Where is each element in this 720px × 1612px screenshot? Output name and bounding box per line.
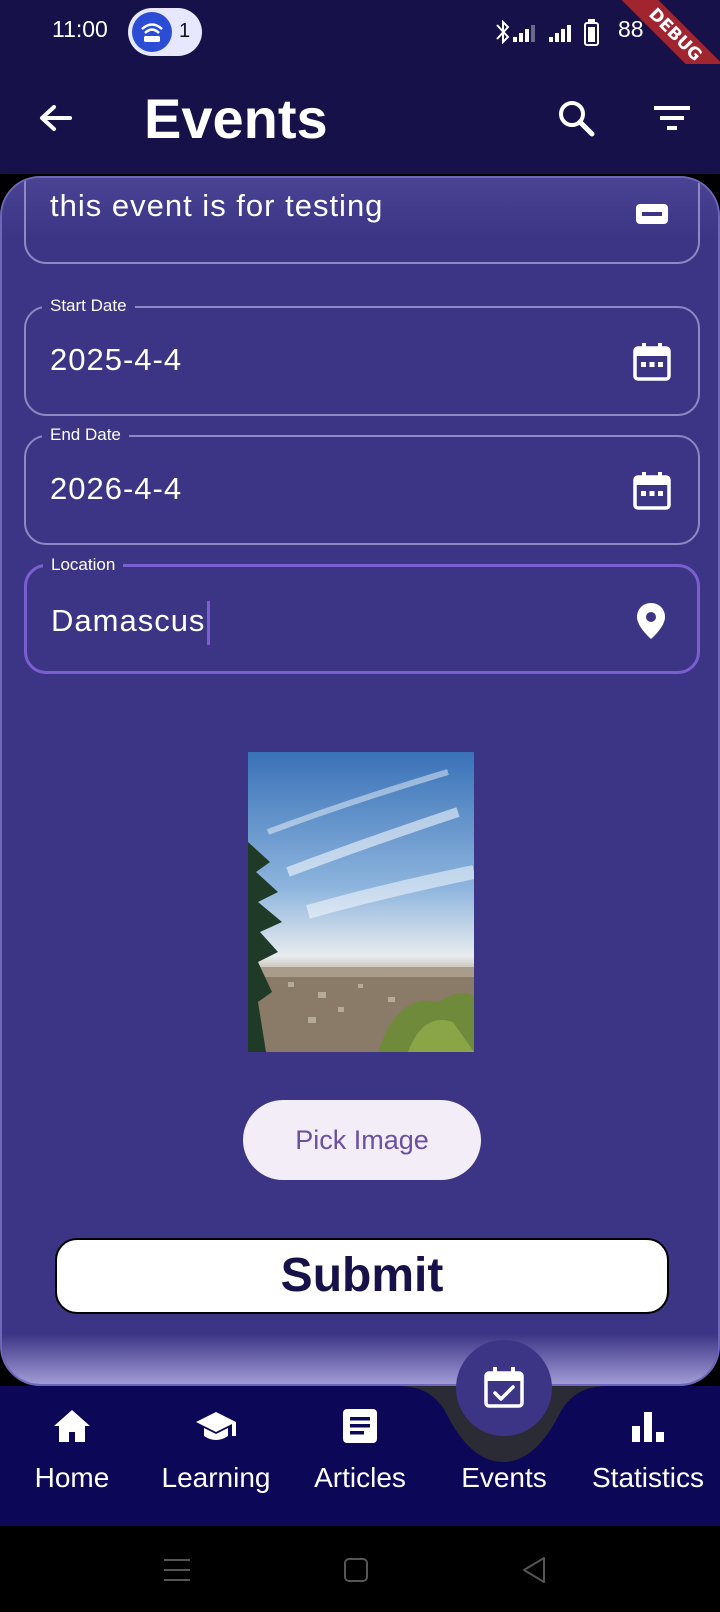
location-label: Location: [43, 555, 124, 575]
pick-image-button[interactable]: Pick Image: [243, 1100, 481, 1180]
article-icon: [343, 1409, 377, 1443]
bluetooth-icon: [496, 19, 510, 45]
event-form-card: this event is for testing Start Date 202…: [0, 176, 720, 1386]
school-icon: [196, 1412, 236, 1440]
start-date-field[interactable]: Start Date 2025-4-4: [24, 296, 700, 416]
filter-icon: [654, 106, 690, 130]
end-date-field[interactable]: End Date 2026-4-4: [24, 425, 700, 545]
nav-label-home: Home: [34, 1462, 110, 1493]
search-icon: [559, 101, 595, 137]
nav-label-articles: Articles: [314, 1462, 406, 1493]
events-selected-button[interactable]: [456, 1340, 552, 1436]
hotspot-count: 1: [179, 20, 191, 42]
arrow-back-icon: [40, 105, 72, 131]
location-pin-icon: [637, 603, 665, 639]
nav-label-events: Events: [461, 1462, 547, 1493]
location-field[interactable]: Location Damascus: [24, 555, 700, 674]
app-bar: Events: [0, 64, 720, 174]
signal-icon: [549, 25, 571, 42]
nav-item-statistics[interactable]: Statistics: [576, 1404, 720, 1514]
card-shade: [2, 1334, 718, 1384]
search-button[interactable]: [552, 94, 600, 142]
event-check-icon: [484, 1367, 524, 1408]
nav-item-articles[interactable]: Articles: [288, 1404, 432, 1514]
end-date-value: 2026-4-4: [50, 471, 183, 506]
description-field[interactable]: this event is for testing: [24, 178, 700, 264]
signal-icon: [513, 25, 535, 42]
calendar-icon[interactable]: [632, 471, 672, 511]
hotspot-indicator[interactable]: 1: [128, 8, 202, 56]
location-input[interactable]: Damascus: [51, 601, 211, 645]
menu-icon[interactable]: [158, 1550, 198, 1590]
bottom-nav: Home Learning Articles Events Statistics: [0, 1386, 720, 1526]
back-button[interactable]: [32, 94, 80, 142]
submit-button[interactable]: Submit: [55, 1238, 669, 1314]
status-time: 11:00: [52, 16, 108, 42]
system-status-icons: [496, 19, 599, 46]
battery-percent: 88: [618, 16, 644, 42]
nav-item-learning[interactable]: Learning: [144, 1404, 288, 1514]
start-date-value: 2025-4-4: [50, 342, 183, 377]
bar-chart-icon: [632, 1412, 664, 1442]
nav-label-learning: Learning: [161, 1462, 271, 1493]
system-nav-bar: [0, 1526, 720, 1612]
nav-label-statistics: Statistics: [591, 1462, 705, 1493]
home-icon: [54, 1410, 90, 1442]
battery-icon: [584, 19, 599, 46]
page-title: Events: [144, 87, 328, 150]
back-triangle-icon[interactable]: [514, 1550, 554, 1590]
location-value: Damascus: [51, 603, 206, 639]
start-date-label: Start Date: [42, 296, 135, 316]
calendar-icon[interactable]: [632, 342, 672, 382]
nav-item-home[interactable]: Home: [0, 1404, 144, 1514]
description-value: this event is for testing: [50, 188, 384, 223]
end-date-label: End Date: [42, 425, 129, 445]
text-caret: [207, 601, 211, 645]
home-square-icon[interactable]: [336, 1550, 376, 1590]
filter-button[interactable]: [648, 94, 696, 142]
event-image-preview: [248, 752, 474, 1052]
status-bar: 11:00 1 88 DEBUG: [0, 0, 720, 105]
description-icon: [636, 204, 668, 224]
wifi-hotspot-icon: [132, 12, 172, 52]
